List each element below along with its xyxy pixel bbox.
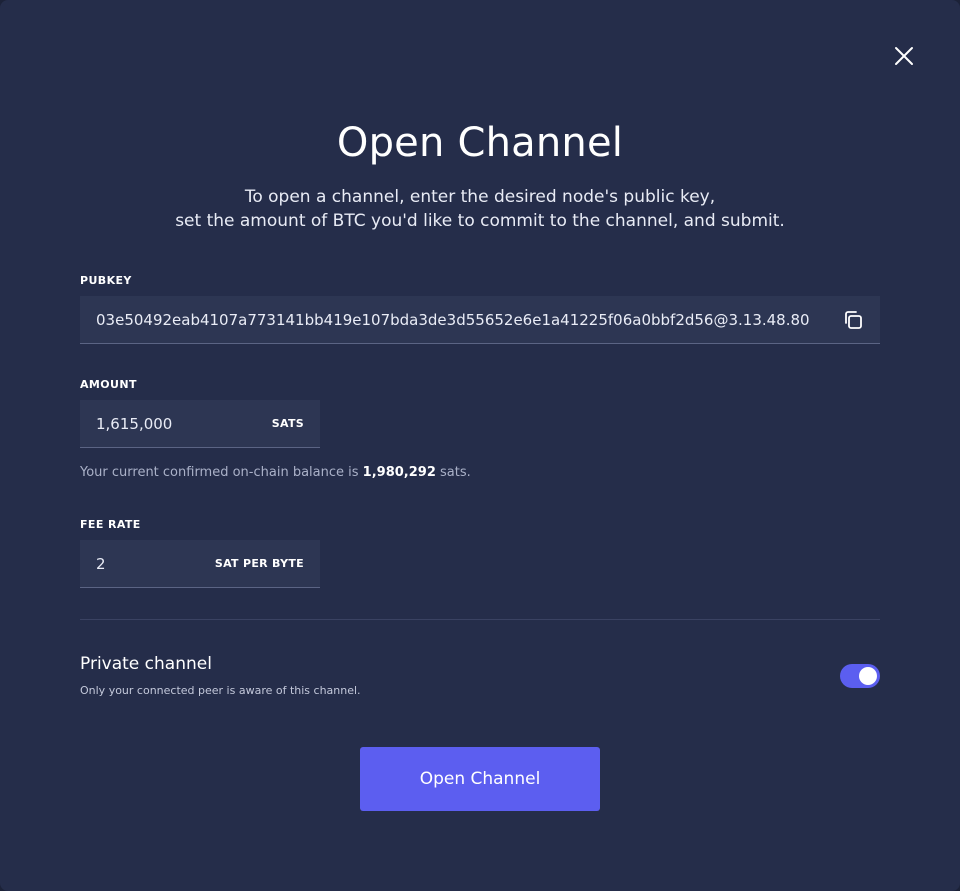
divider	[80, 619, 880, 620]
fee-rate-value[interactable]: 2	[96, 540, 106, 587]
private-channel-toggle[interactable]	[840, 664, 880, 688]
description-line-1: To open a channel, enter the desired nod…	[244, 187, 716, 207]
fee-rate-label: FEE RATE	[80, 518, 141, 531]
balance-suffix: sats.	[440, 465, 471, 480]
pubkey-field[interactable]: 03e50492eab4107a773141bb419e107bda3de3d5…	[80, 296, 880, 344]
pubkey-label: PUBKEY	[80, 274, 132, 287]
copy-icon[interactable]	[842, 309, 864, 331]
pubkey-value[interactable]: 03e50492eab4107a773141bb419e107bda3de3d5…	[96, 296, 810, 343]
fee-rate-field[interactable]: 2 SAT PER BYTE	[80, 540, 320, 588]
toggle-knob	[859, 667, 877, 685]
amount-label: AMOUNT	[80, 378, 137, 391]
balance-hint: Your current confirmed on-chain balance …	[80, 465, 471, 480]
modal-title: Open Channel	[336, 120, 624, 166]
fee-rate-unit: SAT PER BYTE	[214, 557, 304, 570]
balance-value: 1,980,292	[362, 465, 436, 480]
amount-value[interactable]: 1,615,000	[96, 400, 172, 447]
amount-unit: SATS	[271, 417, 304, 430]
private-channel-subtitle: Only your connected peer is aware of thi…	[80, 684, 361, 697]
open-channel-button[interactable]: Open Channel	[360, 747, 600, 811]
description-line-2: set the amount of BTC you'd like to comm…	[175, 211, 785, 231]
private-channel-title: Private channel	[80, 654, 212, 674]
open-channel-modal: Open Channel To open a channel, enter th…	[0, 0, 960, 891]
modal-description: To open a channel, enter the desired nod…	[0, 185, 960, 233]
amount-field[interactable]: 1,615,000 SATS	[80, 400, 320, 448]
close-icon[interactable]	[894, 46, 914, 66]
balance-prefix: Your current confirmed on-chain balance …	[80, 465, 359, 480]
